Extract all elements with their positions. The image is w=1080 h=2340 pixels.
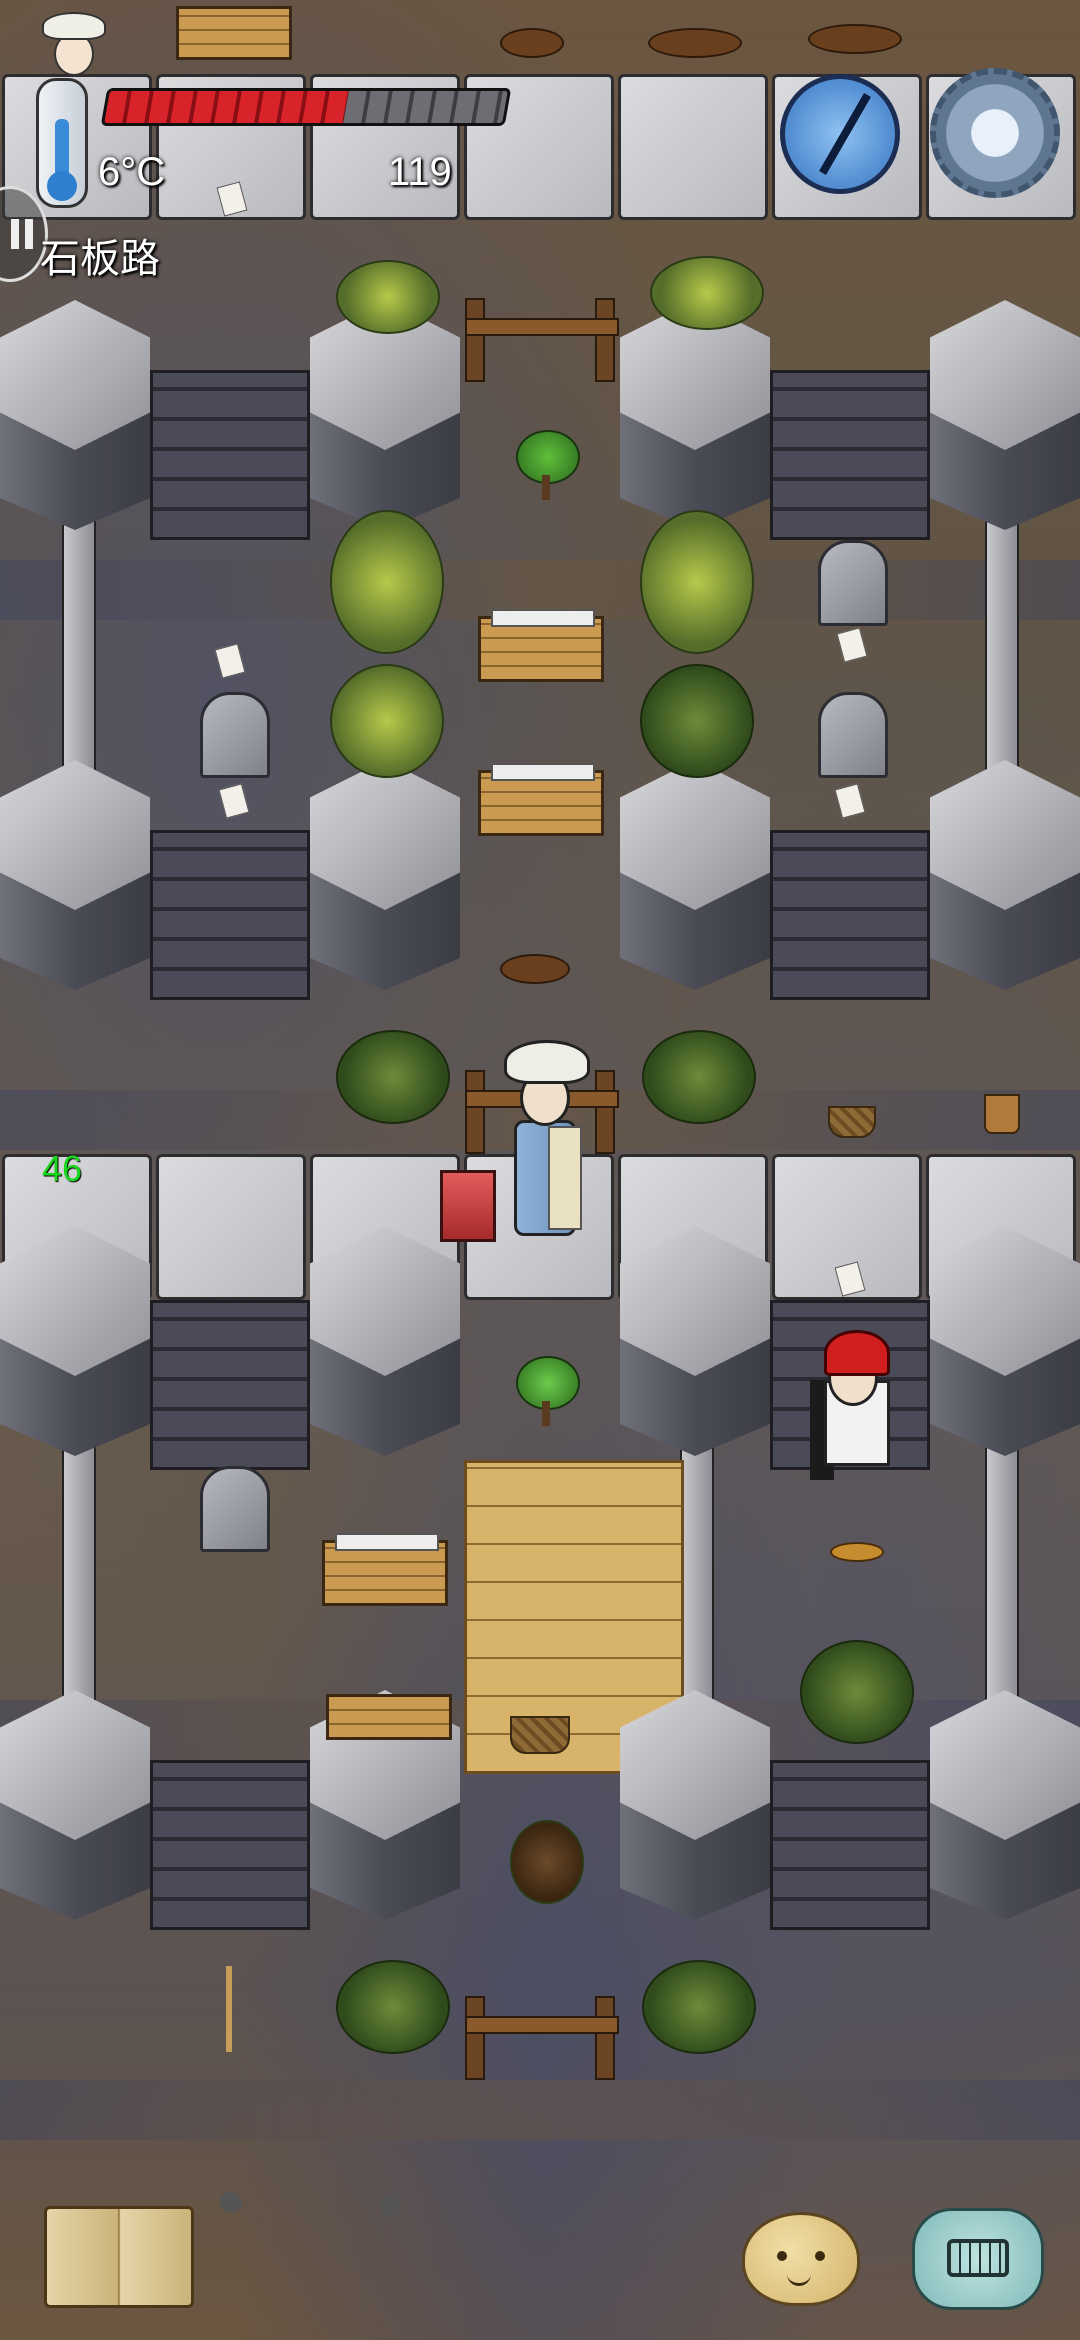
chat-keyboard-button[interactable] [912, 2208, 1044, 2310]
dirt-pile[interactable] [500, 28, 564, 58]
stone-slab[interactable] [156, 1154, 306, 1300]
emote-face-icon [777, 2251, 787, 2261]
rose-bush[interactable] [336, 1030, 450, 1124]
stone-pillar [930, 1226, 1080, 1466]
small-green-counter: 46 [42, 1148, 83, 1189]
bean-plant[interactable] [330, 664, 444, 778]
dead-bush[interactable] [510, 1820, 584, 1904]
stone-pillar [310, 760, 460, 1000]
paper-note[interactable] [836, 627, 868, 663]
stone-rock[interactable] [380, 2196, 400, 2216]
fruit-tree[interactable] [330, 510, 444, 654]
berry-bush[interactable] [640, 664, 754, 778]
stone-wall [770, 370, 930, 540]
stone-pillar [310, 1226, 460, 1466]
game-world[interactable] [0, 0, 1080, 2340]
stick[interactable] [226, 1966, 232, 2052]
gravestone[interactable] [200, 692, 270, 778]
stone-pillar [0, 1690, 150, 1930]
journal-button[interactable] [44, 2206, 194, 2308]
rose-bush[interactable] [650, 256, 764, 330]
handcart[interactable] [176, 6, 292, 60]
stone-wall [150, 830, 310, 1000]
dirt-pile[interactable] [808, 24, 902, 54]
basket[interactable] [828, 1106, 876, 1138]
gravestone[interactable] [818, 540, 888, 626]
storage-crate[interactable] [478, 763, 604, 836]
stone-wall [150, 370, 310, 540]
stone-wall-side [985, 1440, 1019, 1724]
rose-bush[interactable] [800, 1640, 914, 1744]
gravestone[interactable] [200, 1466, 270, 1552]
basket[interactable] [510, 1716, 570, 1754]
storage-crate[interactable] [322, 1533, 448, 1606]
health-empty [342, 91, 508, 123]
stone-pillar [620, 1226, 770, 1466]
stone-wall-side [680, 1440, 714, 1724]
thermometer-icon [36, 78, 88, 208]
wooden-gate[interactable] [465, 298, 619, 382]
stone-rock[interactable] [220, 2192, 242, 2212]
dirt-pile[interactable] [648, 28, 742, 58]
player-portrait[interactable] [42, 12, 106, 82]
stone-pillar [620, 300, 770, 540]
ground-shadow [0, 2080, 1080, 2140]
stone-slab[interactable] [618, 74, 768, 220]
dirt-pile[interactable] [500, 954, 570, 984]
bucket[interactable] [984, 1094, 1020, 1134]
day-counter: 119 [388, 150, 452, 194]
rose-bush[interactable] [642, 1030, 756, 1124]
stone-wall [150, 1760, 310, 1930]
storage-crate[interactable] [478, 609, 604, 682]
stone-pillar [930, 1690, 1080, 1930]
storage-crate[interactable] [326, 1694, 452, 1740]
rose-bush[interactable] [642, 1960, 756, 2054]
rose-bush[interactable] [336, 1960, 450, 2054]
keyboard-chat-icon [947, 2239, 1009, 2277]
stone-pillar [620, 760, 770, 1000]
stone-wall [770, 830, 930, 1000]
paper-note[interactable] [218, 783, 250, 819]
stone-pillar [930, 300, 1080, 540]
stone-wall-side [62, 1440, 96, 1724]
stone-pillar [310, 300, 460, 540]
health-fill [104, 91, 349, 123]
stone-pillar [620, 1690, 770, 1930]
stone-pillar [0, 300, 150, 540]
settings-button[interactable] [930, 68, 1060, 198]
location-label: 石板路 [40, 237, 160, 281]
compass-button[interactable] [780, 74, 900, 194]
stone-pillar [0, 1226, 150, 1466]
gravestone[interactable] [818, 692, 888, 778]
compass-icon [819, 93, 871, 175]
paper-note[interactable] [834, 783, 866, 819]
sapling[interactable] [516, 1356, 580, 1426]
paper-note[interactable] [214, 643, 246, 679]
health-bar [100, 88, 512, 126]
emote-button[interactable] [742, 2212, 860, 2306]
wooden-gate[interactable] [465, 1996, 619, 2080]
stone-wall [150, 1300, 310, 1470]
stone-pillar [930, 760, 1080, 1000]
pause-icon [11, 219, 19, 249]
sapling[interactable] [516, 430, 580, 500]
stone-wall [770, 1760, 930, 1930]
temperature-readout: 6°C [98, 150, 166, 194]
stone-pillar [0, 760, 150, 1000]
rose-bush[interactable] [336, 260, 440, 334]
fruit-tree[interactable] [640, 510, 754, 654]
